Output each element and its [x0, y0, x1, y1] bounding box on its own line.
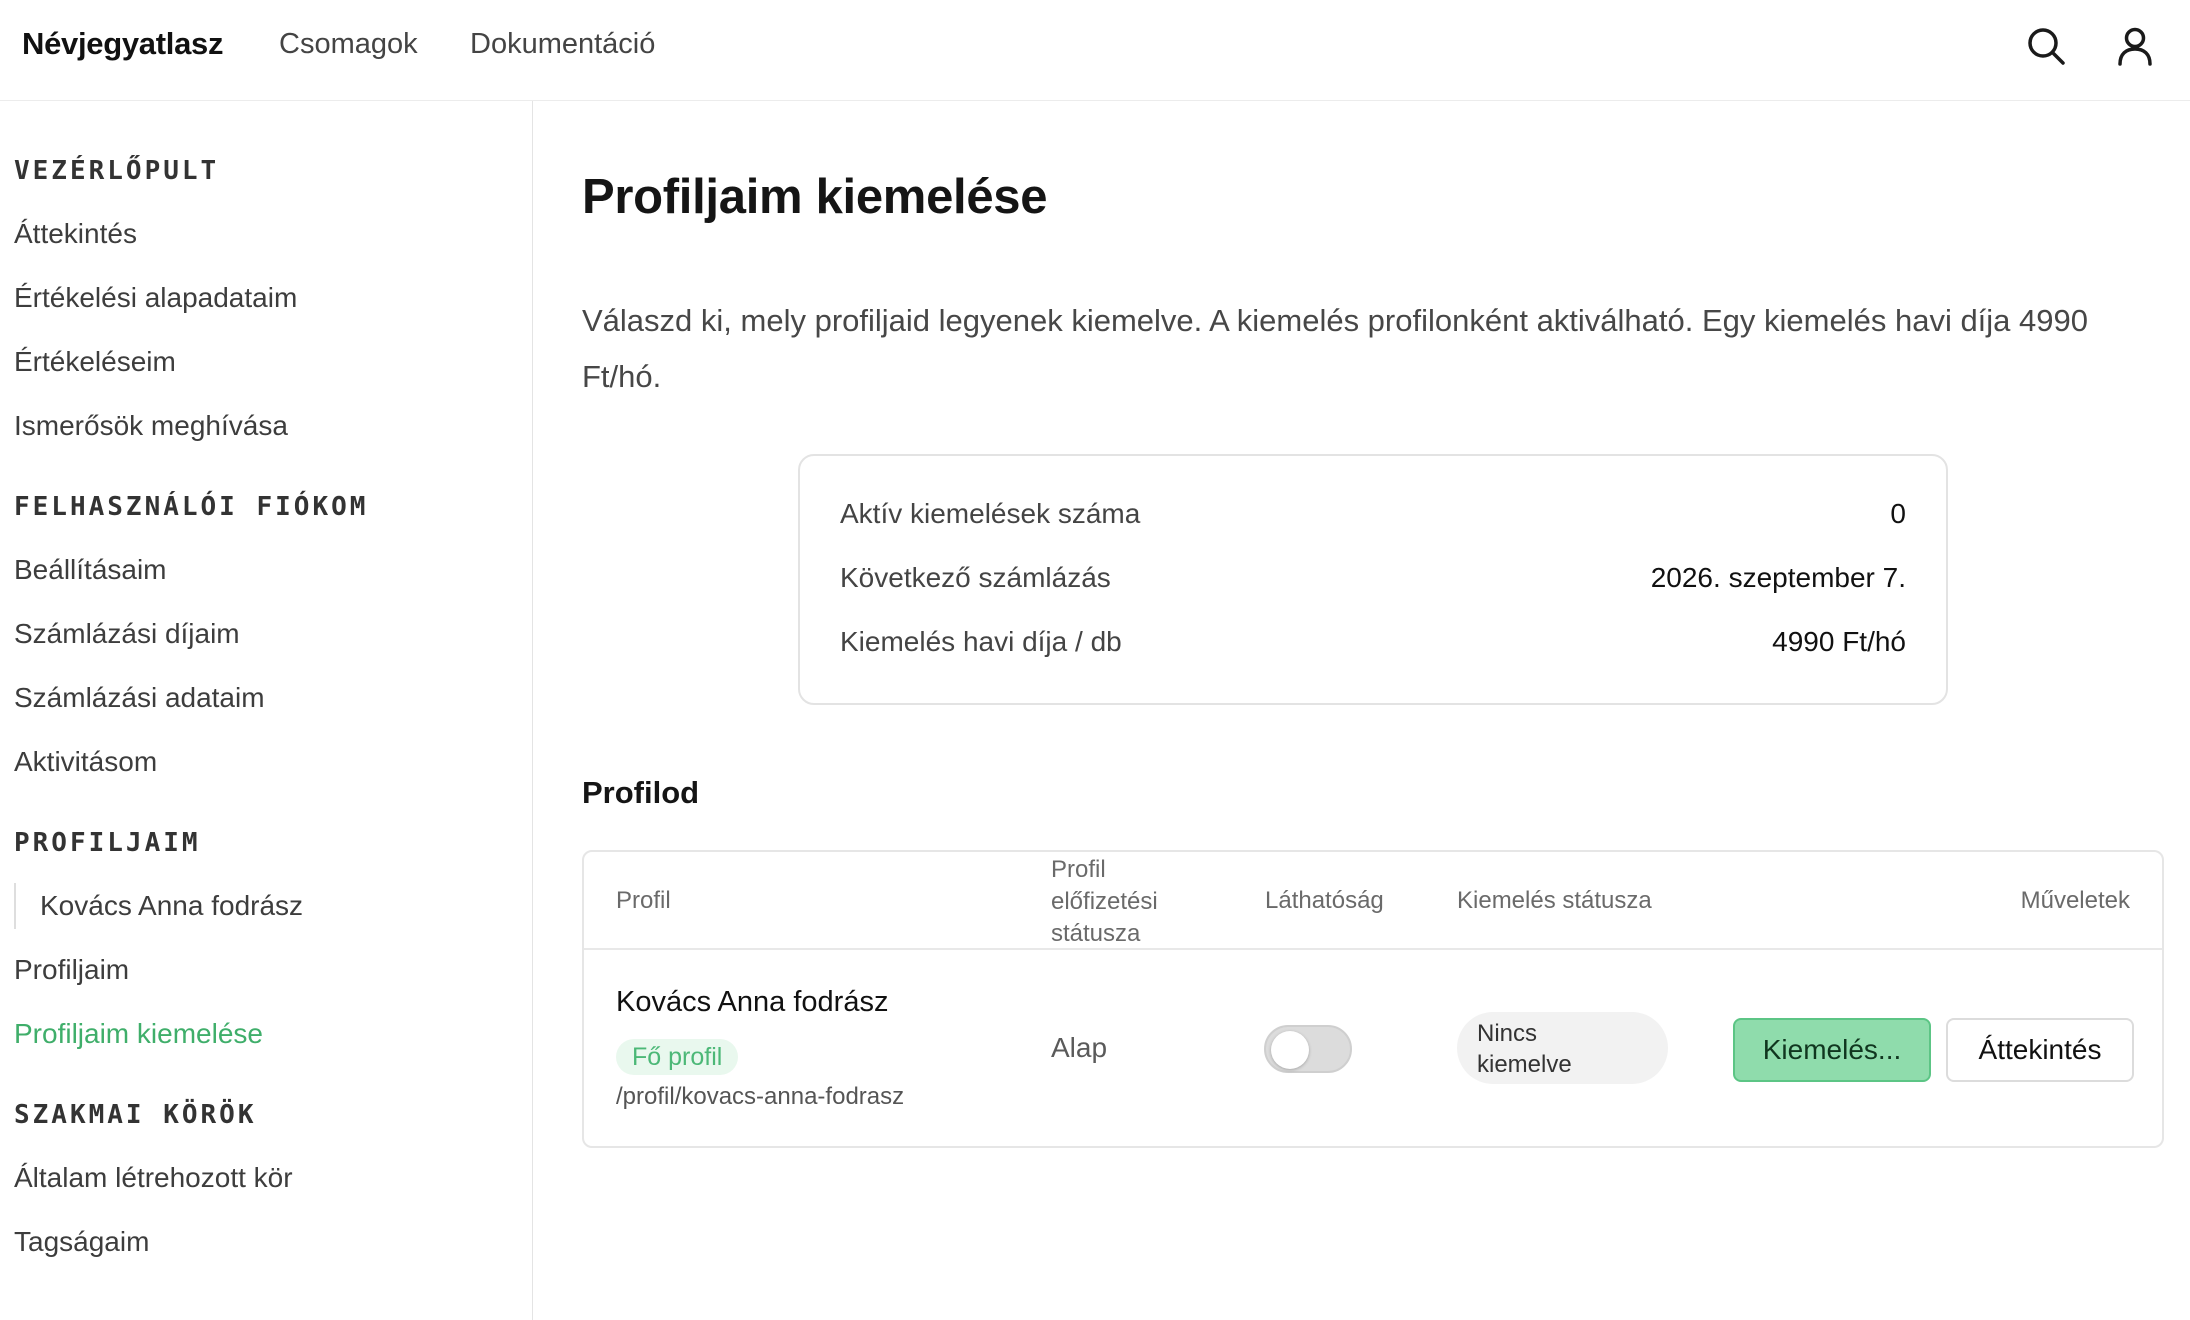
- feature-button[interactable]: Kiemelés...: [1733, 1018, 1931, 1082]
- summary-label: Aktív kiemelések száma: [840, 498, 1141, 529]
- sidebar-item-invite-friends[interactable]: Ismerősök meghívása: [14, 410, 288, 442]
- main-profile-badge: Fő profil: [616, 1039, 739, 1075]
- sidebar-item-feature-profiles[interactable]: Profiljaim kiemelése: [14, 1018, 263, 1050]
- profile-name[interactable]: Kovács Anna fodrász: [616, 986, 888, 1019]
- search-icon[interactable]: [2022, 22, 2070, 70]
- page-title: Profiljaim kiemelése: [582, 170, 1048, 224]
- summary-value: 2026. szeptember 7.: [1650, 562, 1906, 593]
- column-header-actions: Műveletek: [2020, 887, 2130, 914]
- sidebar-item-billing-details[interactable]: Számlázási adataim: [14, 682, 265, 714]
- feature-status-badge: Nincs kiemelve: [1457, 1012, 1668, 1084]
- profiles-table: Profil Profil előfizetési státusza Látha…: [582, 850, 2164, 1148]
- top-navbar: Névjegyatlasz Csomagok Dokumentáció: [0, 0, 2190, 101]
- column-header-profile: Profil: [616, 887, 671, 914]
- sidebar-item-rating-basics[interactable]: Értékelési alapadataim: [14, 282, 297, 314]
- column-header-subscription-line: előfizetési: [1051, 888, 1158, 915]
- table-header: Profil Profil előfizetési státusza Látha…: [584, 852, 2162, 950]
- sidebar-item-billing-fees[interactable]: Számlázási díjaim: [14, 618, 240, 650]
- summary-row-next-billing: Következő számlázás 2026. szeptember 7.: [840, 562, 1906, 602]
- sidebar-heading-account: FELHASZNÁLÓI FIÓKOM: [14, 492, 369, 522]
- summary-label: Következő számlázás: [840, 562, 1111, 593]
- summary-row-monthly-fee: Kiemelés havi díja / db 4990 Ft/hó: [840, 626, 1906, 666]
- nav-link-documentation[interactable]: Dokumentáció: [470, 28, 655, 61]
- column-header-visibility: Láthatóság: [1265, 887, 1384, 914]
- sidebar-item-my-profiles[interactable]: Profiljaim: [14, 954, 129, 986]
- sidebar-item-activity[interactable]: Aktivitásom: [14, 746, 157, 778]
- overview-button[interactable]: Áttekintés: [1946, 1018, 2134, 1082]
- sidebar-heading-dashboard: VEZÉRLŐPULT: [14, 156, 220, 186]
- subscription-status: Alap: [1051, 1032, 1108, 1063]
- summary-value: 0: [1890, 498, 1906, 529]
- sidebar-item-ratings[interactable]: Értékeléseim: [14, 346, 176, 378]
- sidebar-item-memberships[interactable]: Tagságaim: [14, 1226, 149, 1258]
- visibility-toggle[interactable]: [1264, 1025, 1352, 1073]
- brand-logo[interactable]: Névjegyatlasz: [22, 26, 223, 62]
- sidebar: VEZÉRLŐPULT Áttekintés Értékelési alapad…: [0, 101, 533, 1320]
- profile-slug: /profil/kovacs-anna-fodrasz: [616, 1083, 905, 1110]
- summary-label: Kiemelés havi díja / db: [840, 626, 1122, 657]
- summary-card: Aktív kiemelések száma 0 Következő száml…: [798, 454, 1948, 705]
- feature-status-line: Nincs: [1477, 1020, 1538, 1047]
- sidebar-item-overview[interactable]: Áttekintés: [14, 218, 137, 250]
- column-header-subscription-line: státusza: [1051, 920, 1141, 947]
- sidebar-subitem-profile[interactable]: Kovács Anna fodrász: [14, 883, 303, 929]
- summary-row-active-count: Aktív kiemelések száma 0: [840, 498, 1906, 538]
- section-title-profile: Profilod: [582, 775, 700, 810]
- sidebar-item-created-circle[interactable]: Általam létrehozott kör: [14, 1162, 293, 1194]
- intro-text: Válaszd ki, mely profiljaid legyenek kie…: [582, 303, 2088, 394]
- nav-link-packages[interactable]: Csomagok: [279, 28, 418, 61]
- user-icon[interactable]: [2111, 22, 2159, 70]
- sidebar-heading-profiles: PROFILJAIM: [14, 828, 201, 858]
- sidebar-item-settings[interactable]: Beállításaim: [14, 554, 167, 586]
- column-header-feature-status: Kiemelés státusza: [1457, 887, 1652, 914]
- feature-status-line: kiemelve: [1477, 1051, 1572, 1078]
- sidebar-heading-circles: SZAKMAI KÖRÖK: [14, 1100, 257, 1130]
- summary-value: 4990 Ft/hó: [1772, 626, 1906, 657]
- toggle-knob: [1271, 1031, 1309, 1069]
- column-header-subscription: Profil előfizetési státusza: [1051, 854, 1158, 950]
- column-header-subscription-line: Profil: [1051, 856, 1106, 883]
